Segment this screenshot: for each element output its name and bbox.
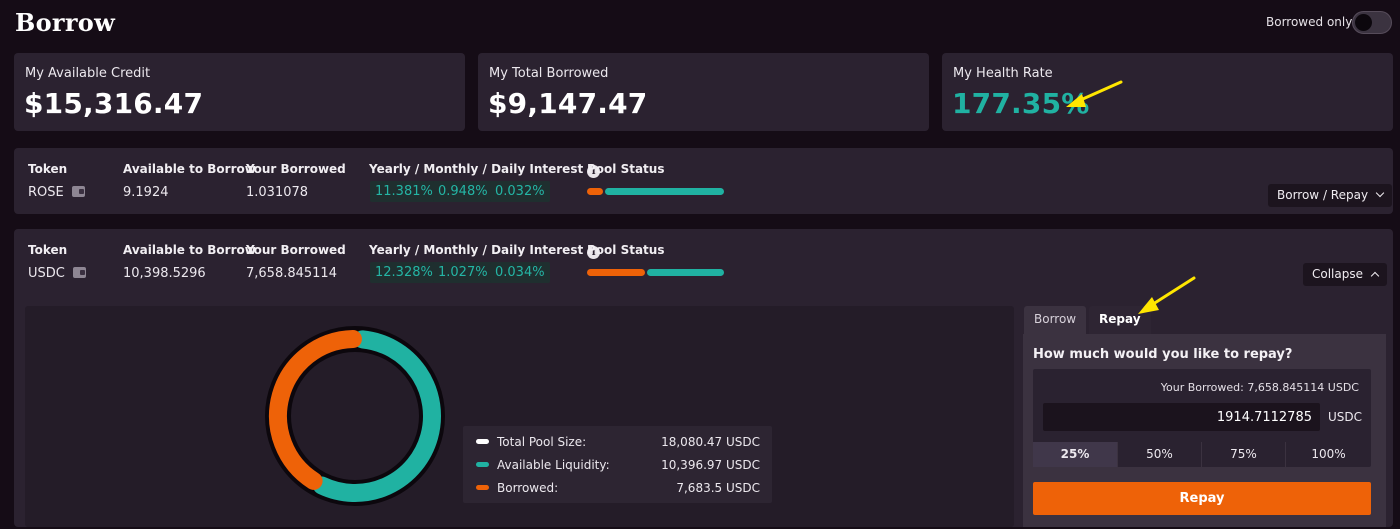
collapse-label: Collapse xyxy=(1312,267,1363,281)
yearly-interest-badge: 11.381% xyxy=(370,181,438,202)
token-name: USDC xyxy=(28,266,65,281)
available-credit-card: My Available Credit $15,316.47 xyxy=(14,53,465,131)
your-borrowed-text: Your Borrowed: 7,658.845114 USDC xyxy=(1160,381,1359,394)
interest-header-text: Yearly / Monthly / Daily Interest xyxy=(369,243,584,257)
health-rate-title: My Health Rate xyxy=(953,66,1053,81)
health-rate-card: My Health Rate 177.35% xyxy=(942,53,1393,131)
token-name-cell: USDC xyxy=(28,266,86,281)
monthly-interest-badge: 1.027% xyxy=(433,262,493,283)
repay-amount-form: Your Borrowed: 7,658.845114 USDC USDC 25… xyxy=(1033,369,1371,467)
available-credit-title: My Available Credit xyxy=(25,66,151,81)
column-borrowed-header: Your Borrowed xyxy=(246,162,346,176)
borrow-repay-dropdown-button[interactable]: Borrow / Repay xyxy=(1268,184,1393,207)
legend-borrowed-value: 7,683.5 USDC xyxy=(676,481,760,495)
legend-dot-teal xyxy=(476,462,489,467)
available-to-borrow-value: 9.1924 xyxy=(123,185,169,200)
legend-total-pool: Total Pool Size: xyxy=(476,435,586,449)
column-interest-header: Yearly / Monthly / Daily Interest i xyxy=(369,162,601,178)
percent-25-button[interactable]: 25% xyxy=(1033,442,1117,467)
health-rate-value: 177.35% xyxy=(952,87,1090,120)
column-token-header: Token xyxy=(28,243,68,257)
column-pool-status-header: Pool Status xyxy=(587,243,665,257)
wallet-icon[interactable] xyxy=(72,267,86,278)
daily-interest-badge: 0.034% xyxy=(490,262,550,283)
token-name-cell: ROSE xyxy=(28,185,85,200)
monthly-interest-badge: 0.948% xyxy=(433,181,493,202)
available-credit-value: $15,316.47 xyxy=(24,87,204,120)
borrowed-only-label: Borrowed only: xyxy=(1266,15,1356,29)
legend-available-label: Available Liquidity: xyxy=(497,458,610,472)
total-borrowed-card: My Total Borrowed $9,147.47 xyxy=(478,53,929,131)
wallet-icon[interactable] xyxy=(71,186,85,197)
percent-50-button[interactable]: 50% xyxy=(1117,442,1201,467)
your-borrowed-value: 7,658.845114 xyxy=(246,266,337,281)
column-interest-header: Yearly / Monthly / Daily Interest i xyxy=(369,243,601,259)
total-borrowed-title: My Total Borrowed xyxy=(489,66,609,81)
page-title: Borrow xyxy=(15,8,116,37)
pool-status-available-bar xyxy=(605,188,724,195)
pool-chart-panel: Total Pool Size: 18,080.47 USDC Availabl… xyxy=(25,306,1014,527)
legend-borrowed: Borrowed: xyxy=(476,481,558,495)
yearly-interest-badge: 12.328% xyxy=(370,262,438,283)
daily-interest-badge: 0.032% xyxy=(490,181,550,202)
legend-available-value: 10,396.97 USDC xyxy=(661,458,760,472)
pool-status-borrowed-bar xyxy=(587,188,603,195)
borrow-repay-label: Borrow / Repay xyxy=(1277,188,1369,202)
column-token-header: Token xyxy=(28,162,68,176)
chevron-up-icon xyxy=(1370,271,1380,281)
column-pool-status-header: Pool Status xyxy=(587,162,665,176)
donut-segment-available xyxy=(312,330,441,502)
legend-borrowed-label: Borrowed: xyxy=(497,481,559,495)
legend-total-label: Total Pool Size: xyxy=(497,435,587,449)
toggle-knob xyxy=(1355,14,1372,31)
percent-75-button[interactable]: 75% xyxy=(1201,442,1285,467)
percent-100-button[interactable]: 100% xyxy=(1285,442,1371,467)
token-row-rose: Token Available to Borrow Your Borrowed … xyxy=(14,148,1393,214)
borrow-repay-panel: Borrow Repay How much would you like to … xyxy=(1023,306,1386,527)
column-borrowed-header: Your Borrowed xyxy=(246,243,346,257)
token-name: ROSE xyxy=(28,185,64,200)
tab-repay[interactable]: Repay xyxy=(1089,306,1151,334)
pool-status-borrowed-bar xyxy=(587,269,645,276)
repay-amount-input[interactable] xyxy=(1043,403,1320,431)
your-borrowed-value: 1.031078 xyxy=(246,185,309,200)
available-to-borrow-value: 10,398.5296 xyxy=(123,266,206,281)
repay-form-body: How much would you like to repay? Your B… xyxy=(1023,334,1386,527)
legend-available-liquidity: Available Liquidity: xyxy=(476,458,610,472)
collapse-button[interactable]: Collapse xyxy=(1303,263,1387,286)
interest-header-text: Yearly / Monthly / Daily Interest xyxy=(369,162,584,176)
legend-dot-orange xyxy=(476,485,489,490)
repay-button[interactable]: Repay xyxy=(1033,482,1371,515)
column-available-header: Available to Borrow xyxy=(123,243,256,257)
pool-legend: Total Pool Size: 18,080.47 USDC Availabl… xyxy=(463,426,772,503)
legend-total-value: 18,080.47 USDC xyxy=(661,435,760,449)
tab-borrow[interactable]: Borrow xyxy=(1024,306,1087,334)
token-row-usdc: Token Available to Borrow Your Borrowed … xyxy=(14,229,1393,527)
donut-segments xyxy=(269,330,441,502)
pool-donut-chart xyxy=(265,326,445,506)
legend-dot-white xyxy=(476,439,489,444)
column-available-header: Available to Borrow xyxy=(123,162,256,176)
chevron-down-icon xyxy=(1375,188,1385,198)
borrowed-only-toggle[interactable] xyxy=(1352,11,1392,34)
currency-label: USDC xyxy=(1328,410,1363,424)
total-borrowed-value: $9,147.47 xyxy=(488,87,648,120)
repay-question: How much would you like to repay? xyxy=(1033,347,1293,362)
pool-status-available-bar xyxy=(647,269,724,276)
